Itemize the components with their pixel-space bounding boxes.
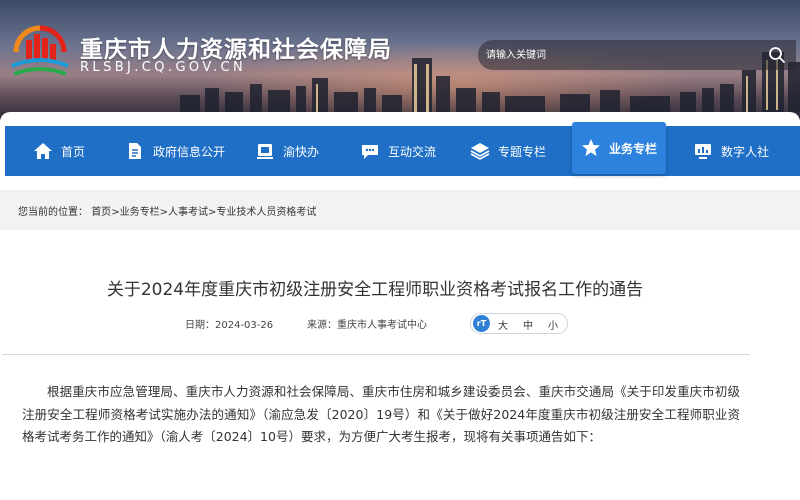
breadcrumb-separator: > — [159, 207, 168, 218]
breadcrumb: 您当前的位置： 首页>业务专栏>人事考试>专业技术人员资格考试 — [18, 203, 316, 218]
main-nav: 首页 政府信息公开 渝快办 互动交流 专题专栏 业务专栏 数字人社 — [5, 122, 800, 176]
nav-label: 专题专栏 — [498, 144, 547, 159]
nav-item-interaction[interactable]: 互动交流 — [360, 126, 436, 176]
chat-icon — [362, 145, 378, 159]
source-value: 重庆市人事考试中心 — [337, 320, 427, 331]
search-box — [478, 40, 796, 70]
document-icon — [129, 143, 141, 159]
nav-item-business[interactable]: 业务专栏 — [572, 122, 666, 174]
breadcrumb-personnel-exam[interactable]: 人事考试 — [168, 207, 208, 218]
nav-label: 业务专栏 — [608, 141, 657, 156]
article-meta: 日期：2024-03-26 来源：重庆市人事考试中心 rT 大 中 小 — [0, 313, 800, 334]
article-body: 根据重庆市应急管理局、重庆市人力资源和社会保障局、重庆市住房和城乡建设委员会、重… — [22, 384, 740, 444]
font-size-switcher: rT 大 中 小 — [470, 313, 568, 334]
date-label: 日期： — [185, 320, 215, 331]
header-banner: 重庆市人力资源和社会保障局 RLSBJ.CQ.GOV.CN — [0, 0, 800, 120]
nav-item-gov-info[interactable]: 政府信息公开 — [125, 126, 225, 176]
breadcrumb-business[interactable]: 业务专栏 — [120, 207, 160, 218]
nav-item-topics[interactable]: 专题专栏 — [470, 126, 546, 176]
nav-item-home[interactable]: 首页 — [33, 126, 85, 176]
article-date: 日期：2024-03-26 — [185, 316, 273, 331]
site-title: 重庆市人力资源和社会保障局 — [80, 37, 392, 63]
service-icon — [257, 144, 273, 159]
font-size-large[interactable]: 大 — [498, 317, 508, 332]
article-source: 来源：重庆市人事考试中心 — [307, 316, 427, 331]
font-size-icon: rT — [473, 315, 490, 332]
divider — [2, 354, 750, 355]
breadcrumb-separator: > — [111, 207, 120, 218]
layers-icon — [470, 143, 490, 160]
search-icon[interactable] — [768, 46, 786, 64]
breadcrumb-prefix: 您当前的位置： — [18, 207, 88, 218]
nav-label: 数字人社 — [721, 144, 770, 159]
monitor-icon — [695, 144, 711, 159]
nav-item-digital-hr[interactable]: 数字人社 — [693, 126, 769, 176]
date-value: 2024-03-26 — [215, 320, 274, 331]
nav-label: 互动交流 — [388, 144, 437, 159]
font-size-medium[interactable]: 中 — [523, 317, 533, 332]
breadcrumb-home[interactable]: 首页 — [91, 207, 111, 218]
star-icon — [581, 139, 600, 156]
nav-label: 渝快办 — [283, 144, 320, 159]
search-input[interactable] — [486, 44, 756, 66]
article-title: 关于2024年度重庆市初级注册安全工程师职业资格考试报名工作的通告 — [106, 280, 644, 300]
home-icon — [34, 143, 52, 159]
site-domain: RLSBJ.CQ.GOV.CN — [80, 60, 247, 75]
font-size-small[interactable]: 小 — [548, 317, 558, 332]
bureau-logo — [11, 25, 69, 76]
breadcrumb-qualification-exam[interactable]: 专业技术人员资格考试 — [216, 207, 316, 218]
nav-item-yukuaiban[interactable]: 渝快办 — [255, 126, 319, 176]
nav-label: 政府信息公开 — [153, 144, 226, 159]
nav-label: 首页 — [61, 144, 86, 159]
source-label: 来源： — [307, 320, 337, 331]
